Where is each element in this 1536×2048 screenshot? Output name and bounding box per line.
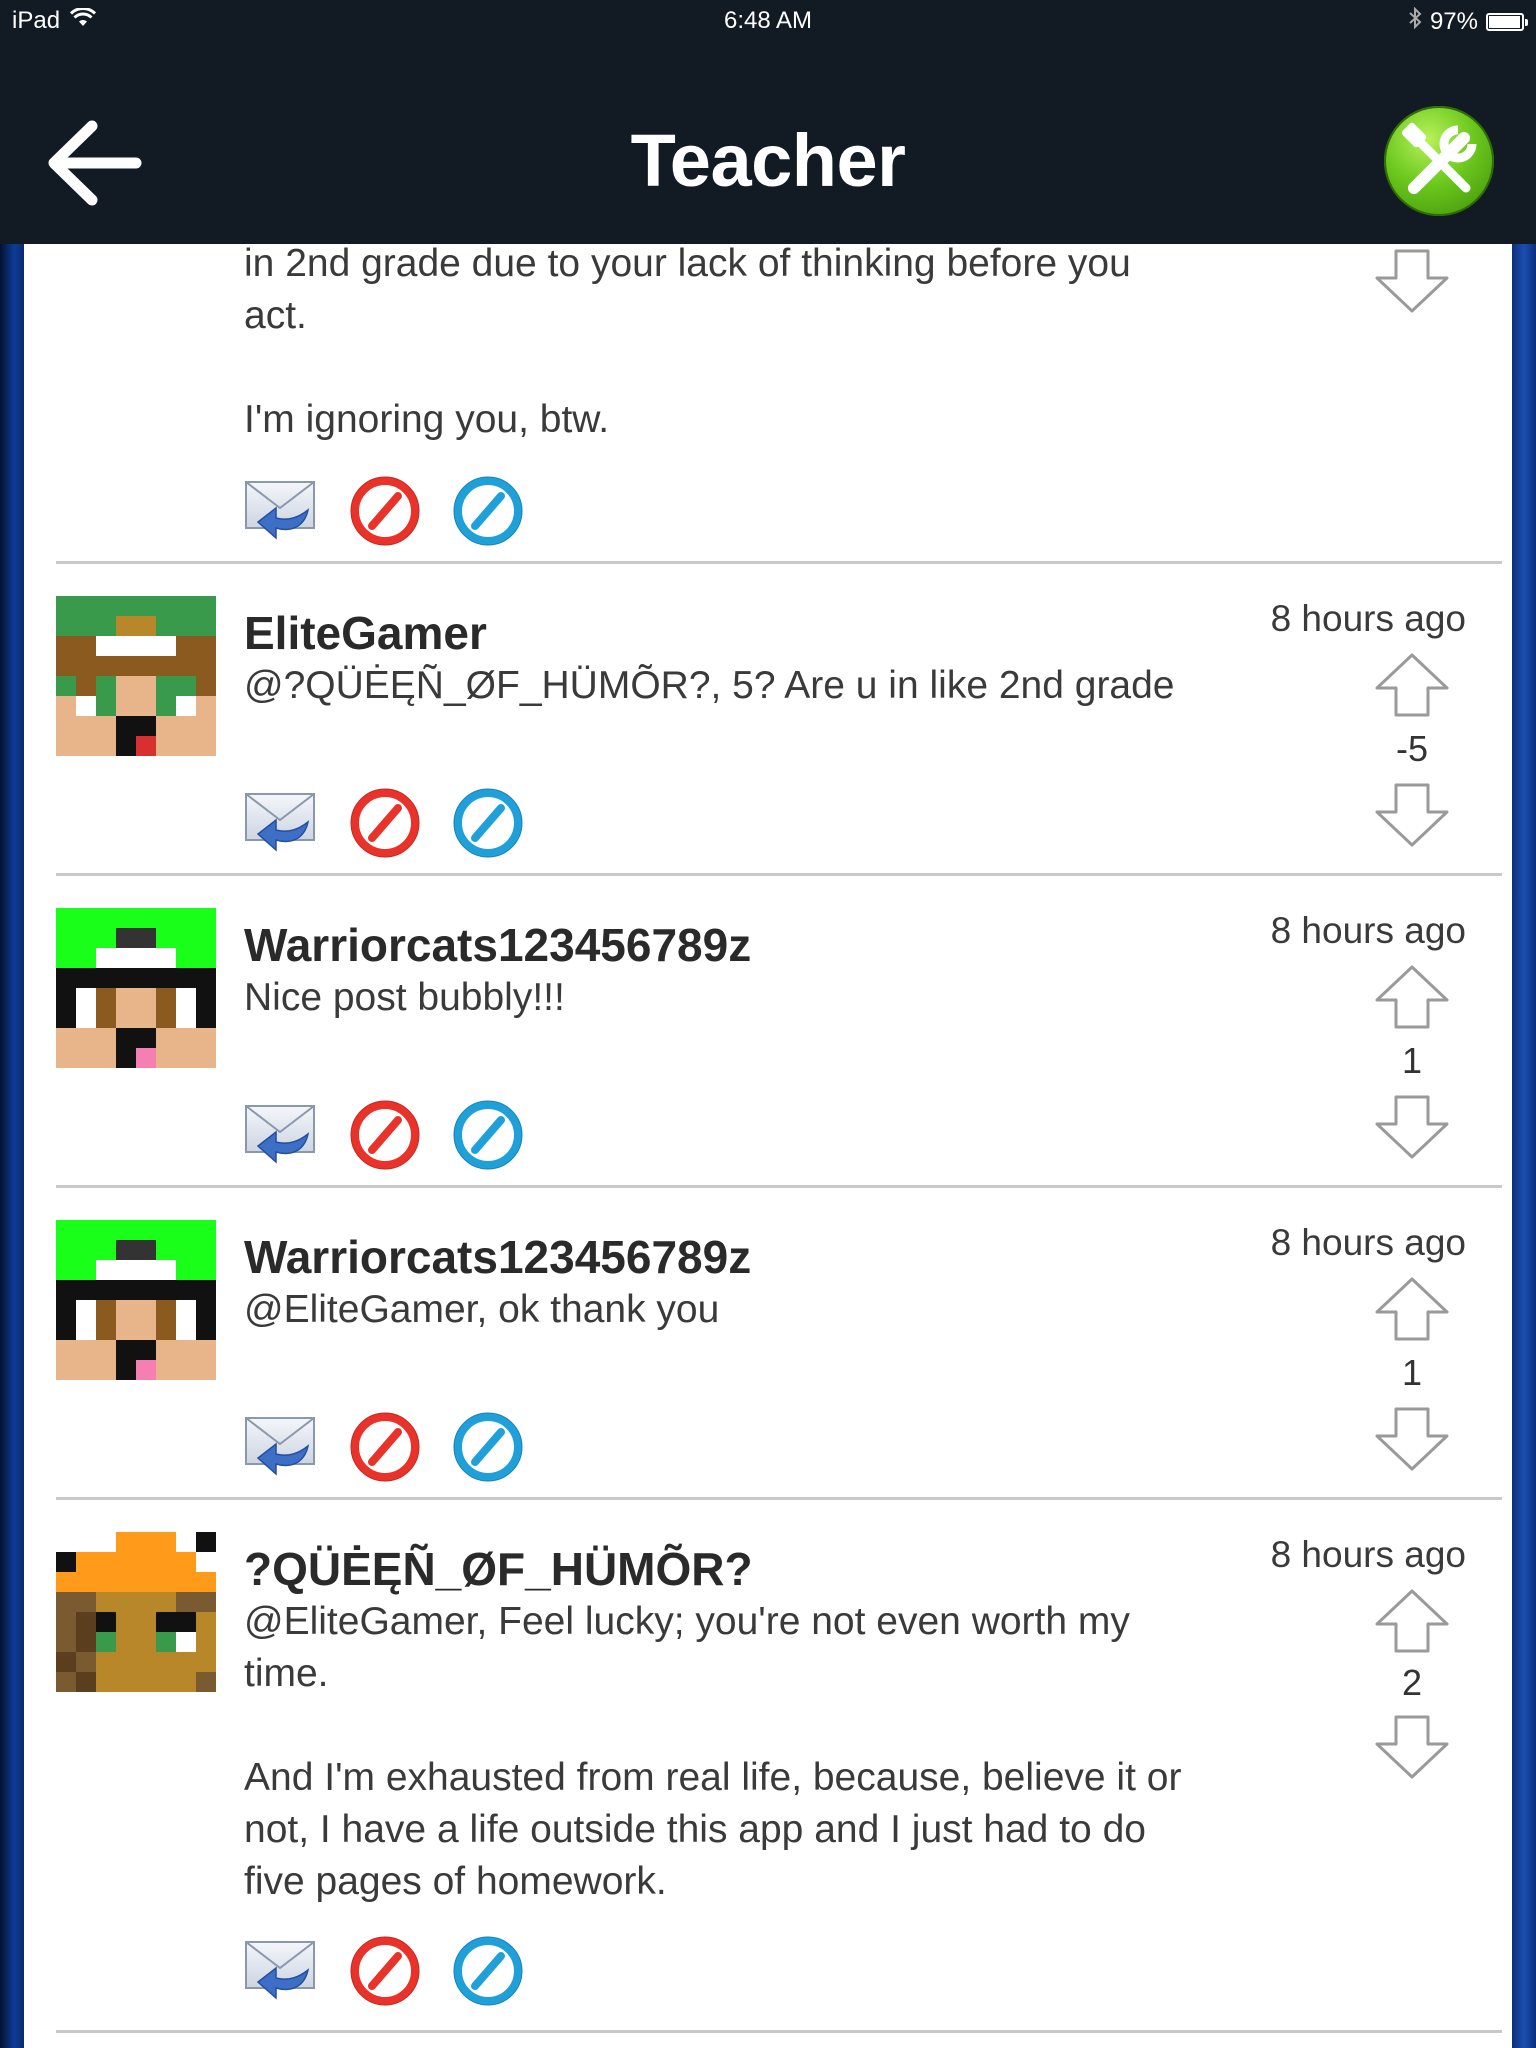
page-title: Teacher: [630, 119, 906, 202]
comment-message: @EliteGamer, Feel lucky; you're not even…: [244, 1600, 1182, 1903]
clock: 6:48 AM: [723, 7, 813, 34]
downvote-button[interactable]: [1374, 782, 1450, 848]
comment-timestamp: 8 hours ago: [1270, 598, 1466, 639]
comment-message: @EliteGamer, ok thank you: [244, 1288, 720, 1331]
comment-item: ?QÜĖĘÑ_ØF_HÜMÕR? 8 hours ago @EliteGamer…: [24, 1500, 1512, 2030]
partial-comment: in 2nd grade due to your lack of thinkin…: [24, 244, 1512, 564]
vote-score: 1: [1401, 1352, 1423, 1393]
bluetooth-icon: [1408, 6, 1422, 36]
reply-button[interactable]: [244, 1936, 318, 2006]
vote-score: 2: [1401, 1662, 1423, 1703]
down-arrow-icon: [1375, 783, 1449, 847]
up-arrow-icon: [1375, 1277, 1449, 1341]
avatar: [56, 1220, 216, 1380]
up-arrow-icon: [1375, 1589, 1449, 1653]
ignore-button[interactable]: [451, 1412, 525, 1482]
blue-ignore-icon: [453, 476, 523, 546]
battery-percent: 97%: [1429, 7, 1478, 35]
report-button[interactable]: [348, 1936, 422, 2006]
report-button[interactable]: [348, 788, 422, 858]
comment-timestamp: 8 hours ago: [1270, 910, 1466, 951]
downvote-button[interactable]: [1374, 1406, 1450, 1472]
avatar: [56, 908, 216, 1068]
report-button[interactable]: [348, 1100, 422, 1170]
comment-username[interactable]: ?QÜĖĘÑ_ØF_HÜMÕR?: [244, 1542, 753, 1596]
upvote-button[interactable]: [1374, 964, 1450, 1030]
down-arrow-icon: [1375, 1095, 1449, 1159]
comment-item: Warriorcats123456789z 8 hours ago Nice p…: [24, 876, 1512, 1188]
ignore-button[interactable]: [451, 1936, 525, 2006]
reply-button[interactable]: [244, 1412, 318, 1482]
divider: [56, 2030, 1502, 2033]
blue-ignore-icon: [453, 1412, 523, 1482]
reply-mail-icon: [245, 1417, 315, 1476]
avatar: [56, 596, 216, 756]
navigation-bar: Teacher: [0, 40, 1536, 244]
background-edge-right: [1512, 240, 1536, 2048]
blue-ignore-icon: [453, 1936, 523, 2006]
upvote-button[interactable]: [1374, 652, 1450, 718]
red-prohibited-icon: [350, 1936, 420, 2006]
comment-item: EliteGamer 8 hours ago @?QÜĖĘÑ_ØF_HÜMÕR?…: [24, 564, 1512, 876]
downvote-button[interactable]: [1374, 1094, 1450, 1160]
comment-timestamp: 8 hours ago: [1270, 1534, 1466, 1575]
report-button[interactable]: [348, 476, 422, 546]
battery-level: [1489, 15, 1521, 28]
red-prohibited-icon: [350, 788, 420, 858]
battery-icon: [1486, 12, 1528, 31]
report-button[interactable]: [348, 1412, 422, 1482]
comment-message: Nice post bubbly!!!: [244, 976, 565, 1019]
down-arrow-icon: [1375, 249, 1449, 313]
reply-button[interactable]: [244, 476, 318, 546]
comment-message: @?QÜĖĘÑ_ØF_HÜMÕR?, 5? Are u in like 2nd …: [244, 664, 1175, 707]
blue-ignore-icon: [453, 1100, 523, 1170]
reply-mail-icon: [245, 481, 315, 540]
downvote-button[interactable]: [1374, 1714, 1450, 1780]
vote-score: -5: [1395, 728, 1428, 769]
wrench-screwdriver-icon: [1401, 122, 1477, 194]
comment-message: in 2nd grade due to your lack of thinkin…: [244, 244, 1131, 441]
comments-list[interactable]: in 2nd grade due to your lack of thinkin…: [24, 244, 1512, 2048]
ignore-button[interactable]: [451, 476, 525, 546]
comment-timestamp: 8 hours ago: [1270, 1222, 1466, 1263]
background-edge-left: [0, 240, 24, 2048]
status-bar: iPad 6:48 AM 97%: [0, 0, 1536, 40]
ignore-button[interactable]: [451, 1100, 525, 1170]
reply-button[interactable]: [244, 788, 318, 858]
blue-ignore-icon: [453, 788, 523, 858]
avatar: [56, 1532, 216, 1692]
comment-item: Warriorcats123456789z 8 hours ago @Elite…: [24, 1188, 1512, 1500]
comment-username[interactable]: Warriorcats123456789z: [244, 1230, 751, 1284]
comment-username[interactable]: EliteGamer: [244, 606, 487, 660]
upvote-button[interactable]: [1374, 1588, 1450, 1654]
red-prohibited-icon: [350, 1100, 420, 1170]
reply-mail-icon: [245, 1941, 315, 2000]
down-arrow-icon: [1375, 1715, 1449, 1779]
down-arrow-icon: [1375, 1407, 1449, 1471]
up-arrow-icon: [1375, 965, 1449, 1029]
ignore-button[interactable]: [451, 788, 525, 858]
red-prohibited-icon: [350, 476, 420, 546]
downvote-button[interactable]: [1374, 248, 1450, 314]
up-arrow-icon: [1375, 653, 1449, 717]
comment-username[interactable]: Warriorcats123456789z: [244, 918, 751, 972]
reply-button[interactable]: [244, 1100, 318, 1170]
red-prohibited-icon: [350, 1412, 420, 1482]
reply-mail-icon: [245, 1105, 315, 1164]
upvote-button[interactable]: [1374, 1276, 1450, 1342]
settings-tools-button[interactable]: [1384, 106, 1494, 216]
reply-mail-icon: [245, 793, 315, 852]
vote-score: 1: [1401, 1040, 1423, 1081]
